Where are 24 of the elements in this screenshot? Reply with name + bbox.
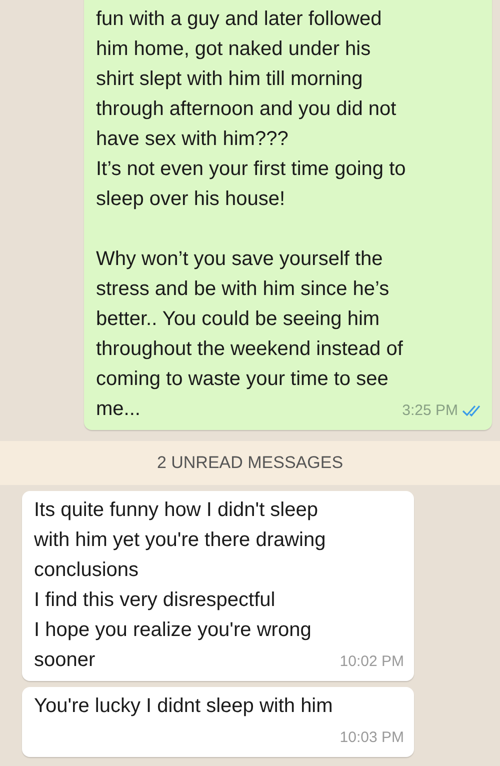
message-line: It’s not even your first time going to <box>96 157 406 182</box>
message-line: coming to waste your time to see <box>96 367 388 392</box>
message-line: better.. You could be seeing him <box>96 307 380 332</box>
message-line: sleep over his house! <box>96 187 286 212</box>
message-line: throughout the weekend instead of <box>96 337 403 362</box>
message-line: You're lucky I didnt sleep with him <box>34 695 333 717</box>
message-line: Its quite funny how I didn't sleep <box>34 498 318 523</box>
message-line: with him yet you're there drawing <box>34 528 326 553</box>
message-time: 10:03 PM <box>340 728 404 748</box>
message-line: have sex with him??? <box>96 127 288 152</box>
message-line: stress and be with him since he’s <box>96 277 390 302</box>
unread-messages-banner: 2 UNREAD MESSAGES <box>0 441 500 485</box>
message-line: through afternoon and you did not <box>96 97 396 122</box>
message-line: shirt slept with him till morning <box>96 67 363 92</box>
message-time: 3:25 PM <box>402 401 458 421</box>
message-line: him home, got naked under his <box>96 37 371 62</box>
message-line: me... <box>96 398 140 420</box>
message-line: I find this very disrespectful <box>34 588 276 613</box>
message-line: Why won’t you save yourself the <box>96 247 383 272</box>
message-line: sooner <box>34 649 96 671</box>
message-line: conclusions <box>34 558 139 583</box>
message-line: fun with a guy and later followed <box>96 7 382 32</box>
message-time: 10:02 PM <box>340 652 404 672</box>
message-line: I hope you realize you're wrong <box>34 618 312 643</box>
